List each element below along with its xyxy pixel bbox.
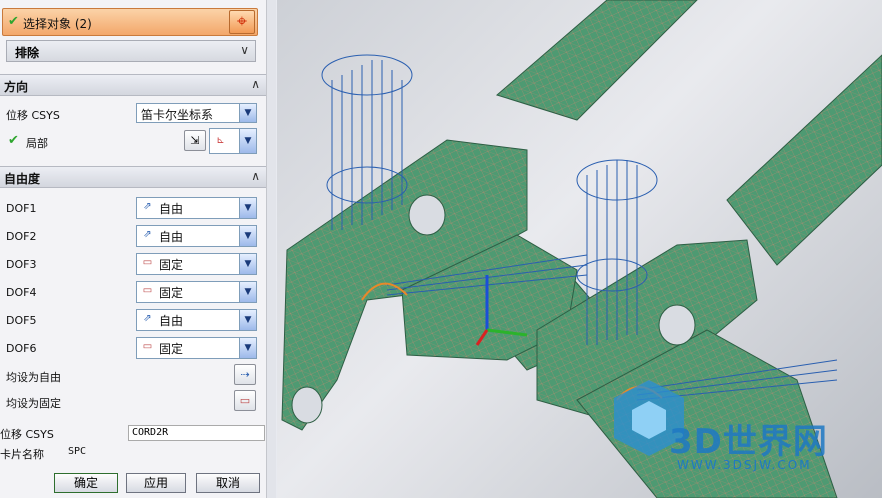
ok-button[interactable]: 确定 [54,473,118,493]
csys-select[interactable]: 笛卡尔坐标系 ▼ [136,103,257,123]
panel-splitter[interactable] [266,0,276,498]
dropdown-arrow-icon[interactable]: ▼ [239,198,256,218]
dof-select[interactable]: ⇗ 自由 ▼ [136,225,257,247]
dropdown-arrow-icon[interactable]: ▼ [239,338,256,358]
dropdown-arrow-icon[interactable]: ▼ [239,310,256,330]
cancel-button[interactable]: 取消 [196,473,260,493]
select-object-label: 选择对象 (2) [23,17,92,31]
chevron-down-icon: ∨ [240,43,249,57]
direction-section-header[interactable]: 方向 ∧ [0,74,266,96]
watermark-url: WWW.3DSJW.COM [677,458,812,472]
dof-value: 自由 [159,314,184,328]
graphics-viewport[interactable]: 3D世界网 WWW.3DSJW.COM [277,0,882,498]
all-fixed-button[interactable]: ▭ [234,390,256,411]
card-name-value: SPC [68,446,87,457]
watermark-title: 3D世界网 [669,422,828,462]
check-icon: ✔ [8,14,19,29]
fixed-icon: ▭ [142,341,153,352]
dof-select[interactable]: ⇗ 自由 ▼ [136,309,257,331]
dof-label: DOF6 [6,342,37,355]
dof-value: 自由 [159,202,184,216]
dof-label: DOF1 [6,202,37,215]
dof-label: DOF3 [6,258,37,271]
dof-select[interactable]: ▭ 固定 ▼ [136,253,257,275]
local-label: 局部 [26,137,48,150]
dof-label: DOF5 [6,314,37,327]
all-free-label: 均设为自由 [6,371,61,384]
dof-select[interactable]: ▭ 固定 ▼ [136,337,257,359]
dof-value: 自由 [159,230,184,244]
dof-select[interactable]: ▭ 固定 ▼ [136,281,257,303]
bolt-hole [291,386,323,424]
dof-value: 固定 [159,286,184,300]
dof-title: 自由度 [4,172,41,186]
exclude-label: 排除 [15,46,40,60]
dof-select[interactable]: ⇗ 自由 ▼ [136,197,257,219]
fixed-icon: ▭ [142,257,153,268]
all-free-button[interactable]: ⇢ [234,364,256,385]
csys-value: 笛卡尔坐标系 [141,108,214,122]
dropdown-arrow-icon[interactable]: ▼ [239,254,256,274]
chevron-up-icon: ∧ [251,169,260,183]
crosshair-select-button[interactable]: ⌖ [229,10,255,34]
all-fixed-label: 均设为固定 [6,397,61,410]
upper-tube [495,0,698,121]
csys-label: 位移 CSYS [6,109,60,122]
bolt-hole [658,304,696,346]
dof-value: 固定 [159,342,184,356]
csys-type-select[interactable]: ⊾ ▼ [209,128,257,154]
dof-section-header[interactable]: 自由度 ∧ [0,166,266,188]
bolt-hole [408,194,446,236]
dof-label: DOF4 [6,286,37,299]
chevron-up-icon: ∧ [251,77,260,91]
dropdown-arrow-icon[interactable]: ▼ [239,226,256,246]
apply-button[interactable]: 应用 [126,473,186,493]
exclude-section[interactable]: 排除 ∨ [6,40,256,62]
right-tube [726,54,882,266]
free-icon: ⇗ [143,229,152,240]
free-icon: ⇗ [143,201,152,212]
csys-dialog-button[interactable]: ⇲ [184,130,206,151]
info-csys-field[interactable]: CORD2R [128,425,265,441]
info-csys-label: 位移 CSYS [0,428,54,441]
direction-title: 方向 [4,80,29,94]
select-object-row[interactable]: ✔ 选择对象 (2) ⌖ [2,8,258,36]
card-name-label: 卡片名称 [0,448,44,461]
free-icon: ⇗ [143,313,152,324]
csys-icon: ⊾ [216,135,225,146]
dropdown-arrow-icon[interactable]: ▼ [239,282,256,302]
dof-value: 固定 [159,258,184,272]
dropdown-arrow-icon[interactable]: ▼ [239,104,256,122]
constraint-dialog-panel: ✔ 选择对象 (2) ⌖ 排除 ∨ 方向 ∧ 位移 CSYS 笛卡尔坐标系 ▼ … [0,0,276,498]
dof-label: DOF2 [6,230,37,243]
check-icon: ✔ [8,133,19,148]
dropdown-arrow-icon[interactable]: ▼ [239,129,256,153]
fixed-icon: ▭ [142,285,153,296]
